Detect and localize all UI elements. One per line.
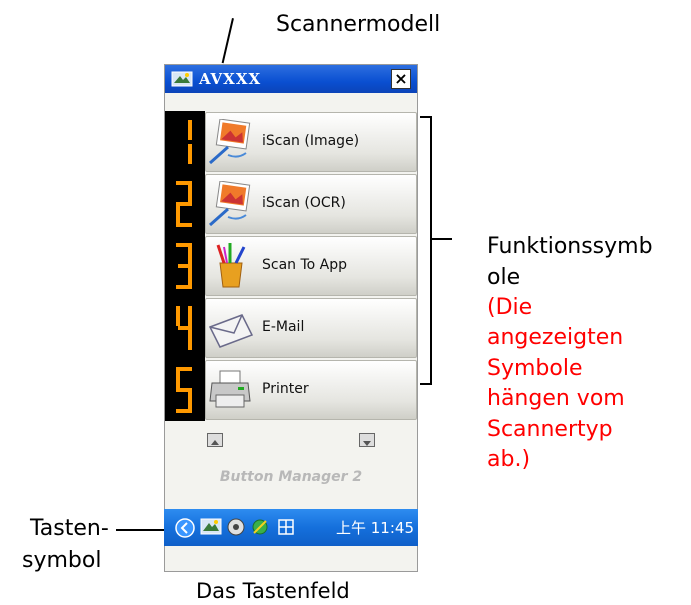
- caption: Das Tastenfeld: [196, 579, 350, 603]
- function-row-4: E-Mail: [165, 297, 417, 359]
- digit-display-2: [165, 173, 205, 235]
- function-icons-label-line1: Funktionssymb: [487, 234, 653, 259]
- scan-to-app-label: Scan To App: [262, 257, 348, 273]
- taskbar: 上午 11:45: [164, 509, 418, 546]
- ocr-scan-icon: [209, 181, 251, 227]
- note-line-3: Symbole: [487, 356, 583, 381]
- email-button[interactable]: E-Mail: [205, 298, 417, 358]
- digit-display-4: [165, 297, 205, 359]
- note-line-1: (Die: [487, 295, 533, 320]
- bracket-vertical: [430, 116, 432, 384]
- bracket-pointer: [432, 238, 452, 240]
- scanner-model-label: Scannermodell: [276, 12, 441, 37]
- function-row-2: iScan (OCR): [165, 173, 417, 235]
- scanner-app-icon: [171, 71, 193, 87]
- taskbar-clock[interactable]: 上午 11:45: [336, 517, 414, 538]
- scroll-up-button[interactable]: [207, 433, 223, 447]
- button-manager-label: Button Manager 2: [219, 469, 363, 485]
- scroll-down-button[interactable]: [359, 433, 375, 447]
- title-bar[interactable]: AVXXX ×: [165, 65, 417, 93]
- windows-tray-icon[interactable]: [276, 517, 296, 537]
- function-row-3: Scan To App: [165, 235, 417, 297]
- iscan-ocr-button[interactable]: iScan (OCR): [205, 174, 417, 234]
- function-icons-label-line2: ole: [487, 265, 521, 290]
- image-scan-icon: [209, 119, 251, 165]
- close-button[interactable]: ×: [391, 69, 411, 89]
- printer-label: Printer: [262, 381, 309, 397]
- scanner-model-pointer: [221, 18, 234, 64]
- network-tray-icon[interactable]: [250, 517, 270, 537]
- iscan-image-label: iScan (Image): [262, 133, 360, 149]
- show-hidden-icons-icon[interactable]: [174, 517, 196, 539]
- tray-icon-label-line2: symbol: [22, 548, 102, 573]
- printer-button[interactable]: Printer: [205, 360, 417, 420]
- brush-cup-icon: [216, 243, 246, 288]
- note-line-5: Scannertyp: [487, 417, 613, 442]
- digit-display-3: [165, 235, 205, 297]
- envelope-icon: [208, 314, 254, 348]
- digit-display-1: [165, 111, 205, 173]
- iscan-image-button[interactable]: iScan (Image): [205, 112, 417, 172]
- iscan-ocr-label: iScan (OCR): [262, 195, 346, 211]
- printer-icon: [209, 370, 251, 408]
- button-manager-tray-icon[interactable]: [200, 517, 222, 537]
- note-line-4: hängen vom: [487, 386, 625, 411]
- function-row-1: iScan (Image): [165, 111, 417, 173]
- button-panel: AVXXX × iScan (Image) iScan (OCR) Scan T…: [164, 64, 418, 572]
- note-line-2: angezeigten: [487, 325, 624, 350]
- scanner-model-title: AVXXX: [199, 70, 262, 88]
- disc-tray-icon[interactable]: [226, 517, 246, 537]
- bracket-bottom: [420, 383, 432, 385]
- function-row-5: Printer: [165, 359, 417, 421]
- scan-to-app-button[interactable]: Scan To App: [205, 236, 417, 296]
- email-label: E-Mail: [262, 319, 305, 335]
- note-line-6: ab.): [487, 447, 531, 472]
- digit-display-5: [165, 359, 205, 421]
- tray-icon-label-line1: Tasten-: [30, 516, 109, 541]
